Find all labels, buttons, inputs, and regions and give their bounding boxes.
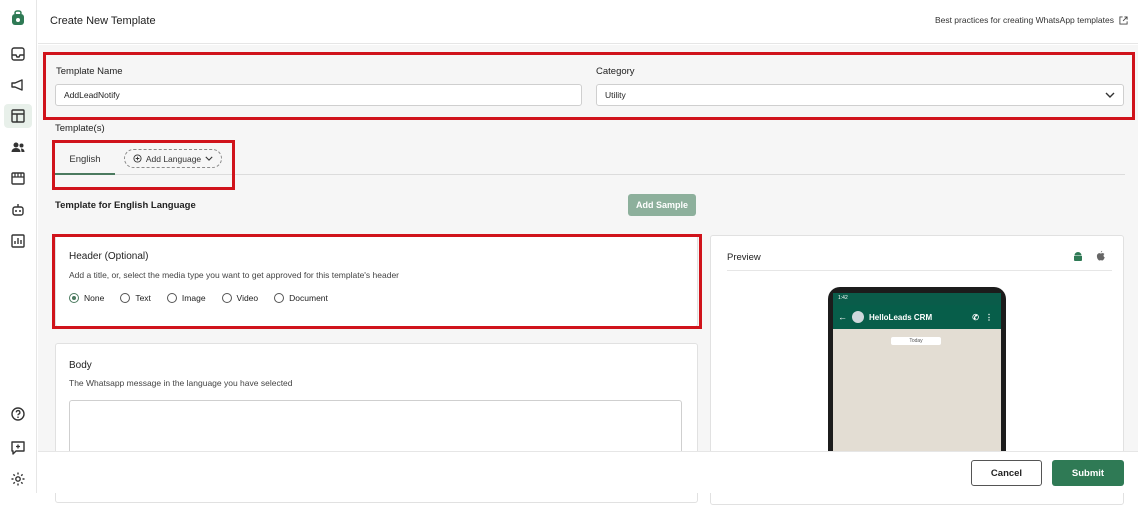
highlight-language-tabs	[52, 140, 235, 190]
avatar	[852, 311, 864, 323]
settings-gear-icon[interactable]	[9, 470, 27, 488]
templates-icon[interactable]	[4, 104, 32, 128]
apple-icon[interactable]	[1095, 250, 1107, 263]
campaign-megaphone-icon[interactable]	[9, 76, 27, 94]
back-arrow-icon: ←	[838, 312, 847, 322]
feedback-icon[interactable]	[9, 439, 27, 457]
chat-header: ← HelloLeads CRM ✆ ⋮	[833, 305, 1001, 329]
footer-bar: Cancel Submit	[38, 451, 1138, 493]
submit-button[interactable]: Submit	[1052, 460, 1124, 486]
phone-call-icon: ✆	[972, 312, 979, 322]
today-pill: Today	[891, 337, 941, 345]
bot-icon[interactable]	[9, 201, 27, 219]
highlight-name-category	[43, 52, 1135, 120]
highlight-header-card	[52, 234, 702, 329]
store-icon[interactable]	[9, 169, 27, 187]
body-card-title: Body	[69, 360, 92, 371]
best-practices-label: Best practices for creating WhatsApp tem…	[934, 15, 1114, 25]
preview-title: Preview	[727, 252, 761, 263]
add-sample-button[interactable]: Add Sample	[628, 194, 696, 216]
more-vertical-icon: ⋮	[985, 312, 993, 322]
help-icon[interactable]	[9, 405, 27, 423]
body-card-description: The Whatsapp message in the language you…	[69, 378, 293, 388]
inbox-icon[interactable]	[9, 45, 27, 63]
page-title: Create New Template	[50, 15, 156, 27]
contacts-icon[interactable]	[9, 138, 27, 156]
android-icon[interactable]	[1072, 251, 1084, 263]
contact-name: HelloLeads CRM	[869, 312, 933, 322]
templates-label: Template(s)	[55, 123, 105, 134]
section-title: Template for English Language	[55, 200, 196, 211]
preview-divider	[727, 270, 1112, 271]
best-practices-link[interactable]: Best practices for creating WhatsApp tem…	[935, 15, 1128, 25]
sidebar	[0, 0, 37, 493]
phone-screen: 1:42 ← HelloLeads CRM ✆ ⋮ Today	[833, 293, 1001, 451]
phone-time: 1:42	[838, 295, 848, 301]
cancel-button[interactable]: Cancel	[971, 460, 1042, 486]
phone-status-bar: 1:42	[833, 293, 1001, 305]
analytics-icon[interactable]	[9, 232, 27, 250]
main-content: Template Name AddLeadNotify Category Uti…	[38, 45, 1138, 505]
logo-icon[interactable]	[9, 9, 27, 27]
phone-mockup: 1:42 ← HelloLeads CRM ✆ ⋮ Today	[828, 287, 1006, 451]
external-link-icon	[1119, 15, 1128, 25]
page-header: Create New Template Best practices for c…	[38, 0, 1138, 44]
